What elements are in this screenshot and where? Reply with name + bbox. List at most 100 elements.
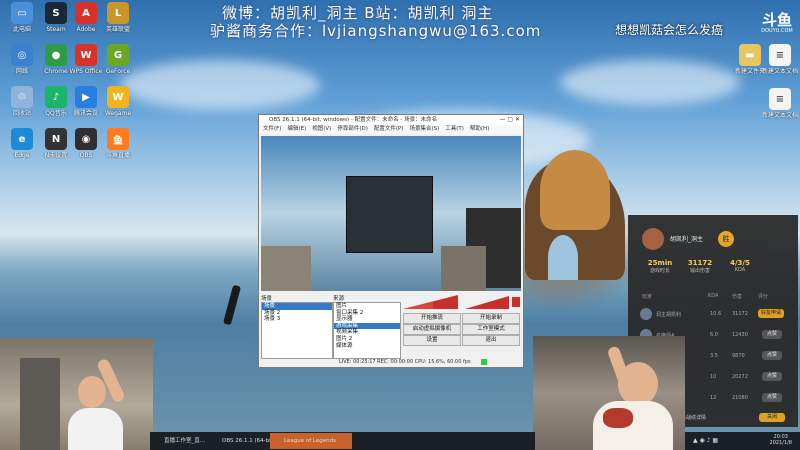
wps-icon: W [75,44,97,66]
webcam-streamer-shirt [68,408,123,450]
webcam-streamer-shirt [593,401,673,450]
desktop-icon-label: 回收站 [12,110,31,117]
document-icon: ≡ [769,44,791,66]
source-item[interactable]: 图片 [334,303,400,310]
obs-control-button[interactable]: 工作室模式 [462,324,520,335]
desktop-icon[interactable]: ◎ 网络 [4,44,40,88]
obs-menu-item[interactable]: 场景集合(S) [409,126,439,132]
obs-control-button[interactable]: 开始推流 [403,313,461,324]
tray-icons[interactable]: ▲ ◉ ♪ ▦ [693,437,718,444]
desktop-icon[interactable]: ◉ OBS [68,128,104,172]
preview-nested-cam [261,246,311,291]
computer-icon: ▭ [11,2,33,24]
stat-block: 25min 游戏时长 [640,259,680,274]
like-button[interactable]: 点赞 [762,393,782,402]
obs-menu-item[interactable]: 文件(F) [263,126,281,132]
settings-icon: N [45,128,67,150]
system-tray: ▲ ◉ ♪ ▦ 20:03 2021/1/8 [685,432,800,450]
add-friend-button[interactable]: 好友申请 [758,309,784,318]
desktop-icon[interactable]: ▭ 此电脑 [4,2,40,46]
desktop-icon-label: Adobe [76,26,96,33]
douyu-watermark: 斗鱼 DOUYU.COM [758,12,796,38]
douyu-icon: 鱼 [107,128,129,150]
like-button[interactable]: 点赞 [762,351,782,360]
taskbar-item[interactable]: League of Legends [270,433,352,449]
volume-meter-icon [403,295,458,309]
window-controls-icon[interactable]: — ▢ ✕ [499,115,520,125]
desktop-file-doc[interactable]: ≡ 新建文本文档 [762,44,798,88]
game-icon: L [107,2,129,24]
preview-nested-cam [441,246,486,291]
player-kda: 10 [710,374,717,380]
scene-item[interactable]: 场景 3 [262,316,332,323]
stream-overlay-caption: 想想凯菇会怎么发癌 [615,23,724,37]
desktop-icon[interactable]: ▶ 腾讯会议 [68,86,104,130]
stat-label: KDA [734,267,746,273]
desktop-icon[interactable]: A Adobe [68,2,104,46]
sources-label: 来源 [333,296,345,302]
source-item[interactable]: 图片 2 [334,336,400,343]
scenes-list[interactable]: 场景 场景 2 场景 3 [261,302,333,359]
desktop-icon[interactable]: e Edge [4,128,40,172]
desktop-icon[interactable]: W WPS Office [68,44,104,88]
obs-titlebar[interactable]: OBS 26.1.1 (64-bit, windows) - 配置文件：未命名 … [259,115,523,125]
douyu-url: DOUYU.COM [761,28,793,34]
network-icon: ◎ [11,44,33,66]
sources-list[interactable]: 图片 窗口采集 2 显示器 游戏采集 视频采集 图片 2 媒体源 [333,302,401,359]
desktop-icon-label: GeForce [105,68,131,75]
obs-control-button[interactable]: 设置 [403,335,461,346]
audio-meter-desktop [403,295,463,309]
desktop-icon-label: Edge [14,152,30,159]
wallpaper-rock-highlight [540,150,610,230]
douyu-logo-text: 斗鱼 [761,11,792,29]
obs-menu-item[interactable]: 编辑(E) [287,126,306,132]
clock[interactable]: 20:03 2021/1/8 [770,434,792,446]
obs-control-button[interactable]: 退出 [462,335,520,346]
folder-icon: ▬ [739,44,761,66]
music-icon: ♪ [45,86,67,108]
like-button[interactable]: 点赞 [762,372,782,381]
desktop-icon-label: 此电脑 [12,26,31,33]
webcam-chair [20,358,60,450]
win-badge: 胜 [718,231,734,247]
desktop-icon[interactable]: 鱼斗鱼直播 [100,128,136,172]
obs-preview-canvas[interactable] [261,136,521,291]
obs-menu-item[interactable]: 停靠部件(D) [337,126,368,132]
webcam-shirt-logo [603,408,633,428]
column-header: KDA [708,293,719,299]
obs-status-bar: LIVE: 00:25:17 REC: 00:00:00 CPU: 15.6%,… [339,359,471,365]
like-button[interactable]: 点赞 [762,330,782,339]
webcam-left [0,338,153,450]
stat-value: 31172 [687,259,713,267]
desktop-icon[interactable]: ♲ 回收站 [4,86,40,130]
scene-item[interactable]: 场景 [262,303,332,310]
obs-menu-item[interactable]: 配置文件(P) [374,126,404,132]
source-item[interactable]: 媒体源 [334,343,400,350]
adobe-icon: A [75,2,97,24]
obs-menu-item[interactable]: 视图(V) [312,126,331,132]
source-item[interactable]: 视频采集 [334,329,400,336]
webcam-right [533,336,685,450]
obs-control-button[interactable]: 启动虚拟摄像机 [403,324,461,335]
stat-label: 游戏时长 [649,268,670,274]
desktop-icon[interactable]: G GeForce [100,44,136,88]
desktop-icon[interactable]: W Wegame [100,86,136,130]
player-kda: 10.6 [710,311,722,317]
close-button[interactable]: 关闭 [759,413,785,422]
desktop-icon[interactable]: L 英雄联盟 [100,2,136,46]
audio-meter-mic [465,295,521,309]
document-icon: ≡ [769,88,791,110]
desktop-icon-label: 腾讯会议 [73,110,98,117]
webcam-streamer-face [78,376,106,408]
obs-control-button[interactable]: 开始录制 [462,313,520,324]
player-kda: 6.0 [710,332,718,338]
edge-icon: e [11,128,33,150]
wegame-icon: W [107,86,129,108]
obs-menu-item[interactable]: 帮助(H) [470,126,489,132]
desktop-file-doc[interactable]: ≡ 新建文本文档 [762,88,798,132]
desktop-icon-label: OBS [79,152,93,159]
obs-window[interactable]: OBS 26.1.1 (64-bit, windows) - 配置文件：未命名 … [258,114,524,368]
source-item[interactable]: 显示器 [334,316,400,323]
stream-overlay-business: 驴酱商务合作：lvjiangshangwu@163.com [210,22,542,40]
obs-menu-item[interactable]: 工具(T) [445,126,464,132]
